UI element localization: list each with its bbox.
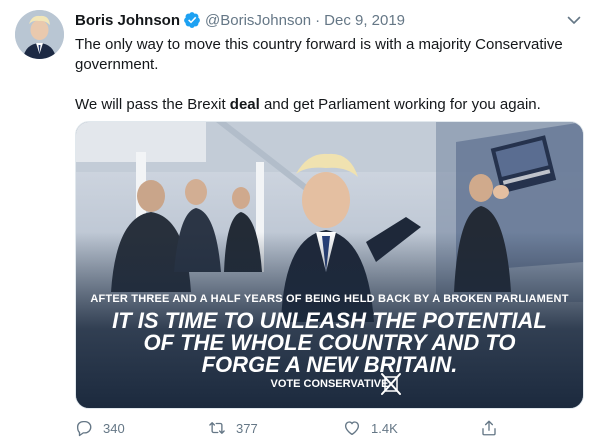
tweet-image[interactable]: AFTER THREE AND A HALF YEARS OF BEING HE… (75, 121, 584, 409)
author-handle[interactable]: @BorisJohnson (205, 12, 311, 29)
retweet-count: 377 (236, 420, 258, 436)
poster-headline-line-2: OF THE WHOLE COUNTRY AND TO (143, 330, 516, 355)
poster-headline-line-3: FORGE A NEW BRITAIN. (201, 352, 458, 377)
verified-badge-icon (183, 11, 201, 29)
share-icon (482, 420, 496, 436)
poster-headline: IT IS TIME TO UNLEASH THE POTENTIAL OF T… (76, 310, 583, 376)
poster-subtitle: AFTER THREE AND A HALF YEARS OF BEING HE… (90, 293, 569, 305)
share-button[interactable] (480, 419, 508, 437)
chevron-down-icon[interactable] (565, 11, 583, 29)
tweet[interactable]: Boris Johnson @BorisJohnson · Dec 9, 201… (0, 0, 598, 447)
separator-dot: · (315, 11, 321, 29)
like-button[interactable]: 1.4K (343, 419, 398, 437)
tweet-line-2-end: and get Parliament working for you again… (259, 96, 541, 113)
like-count: 1.4K (371, 420, 398, 436)
tweet-date[interactable]: Dec 9, 2019 (324, 12, 405, 29)
poster-headline-line-1: IT IS TIME TO UNLEASH THE POTENTIAL (112, 308, 547, 333)
tweet-line-1: The only way to move this country forwar… (75, 36, 563, 73)
tweet-line-2-start: We will pass the Brexit (75, 96, 230, 113)
author-name[interactable]: Boris Johnson (75, 12, 180, 29)
reply-count: 340 (103, 420, 125, 436)
retweet-icon (209, 422, 225, 434)
tweet-header: Boris Johnson @BorisJohnson · Dec 9, 201… (75, 10, 405, 30)
poster-vote-text: VOTE CONSERVATIVE (270, 378, 389, 390)
tweet-text: The only way to move this country forwar… (75, 35, 575, 115)
reply-icon (76, 420, 92, 437)
retweet-button[interactable]: 377 (208, 419, 258, 437)
tweet-line-2-bold: deal (229, 96, 260, 113)
action-bar: 340 377 1.4K (75, 418, 496, 438)
reply-button[interactable]: 340 (75, 419, 125, 437)
heart-icon (344, 421, 360, 436)
avatar[interactable] (15, 10, 64, 59)
tweet-line-2: We will pass the Brexit deal and get Par… (75, 95, 575, 115)
